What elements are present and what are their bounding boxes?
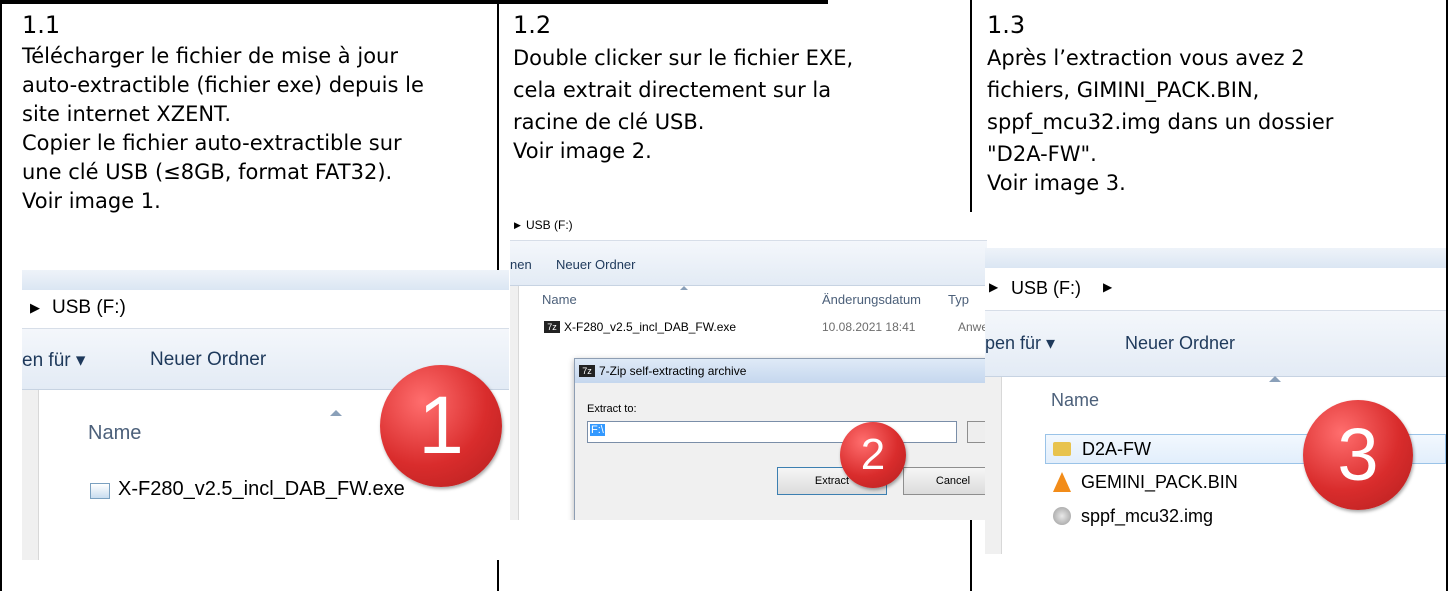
table-border-left [0, 0, 2, 591]
scrollbar[interactable] [985, 377, 1002, 554]
column-header-type[interactable]: Typ [948, 292, 969, 307]
sort-arrow-icon [330, 410, 342, 416]
step-text-line: Voir image 3. [987, 171, 1126, 195]
step-1-cell: 1.1 Télécharger le fichier de mise à jou… [22, 8, 492, 216]
7zip-icon: 7z [544, 321, 560, 333]
address-bar[interactable]: ▶ USB (F:) [510, 212, 987, 241]
breadcrumb-arrow-icon: ▶ [514, 220, 521, 230]
extract-to-label: Extract to: [587, 403, 637, 415]
step-number: 1.3 [987, 11, 1026, 39]
scrollbar[interactable] [510, 286, 519, 520]
new-folder-button[interactable]: Neuer Ordner [1125, 333, 1235, 354]
open-with-button[interactable]: en für ▾ [22, 349, 85, 372]
step-text-line: sppf_mcu32.img dans un dossier [987, 110, 1334, 134]
scrollbar[interactable] [22, 390, 39, 560]
sort-arrow-icon [1269, 376, 1281, 382]
step-text-line: Double clicker sur le fichier EXE, [513, 46, 854, 70]
step-badge-1: 1 [380, 365, 502, 487]
7zip-icon: 7z [579, 365, 595, 377]
file-type: Anwe [958, 320, 987, 334]
step-text-line: Après l’extraction vous avez 2 [987, 46, 1305, 70]
step-number: 1.1 [22, 11, 61, 39]
sort-arrow-icon [680, 286, 688, 290]
step-text-line: Copier le fichier auto-extractible sur [22, 131, 402, 155]
step-text-line: "D2A-FW". [987, 142, 1097, 166]
new-folder-button[interactable]: Neuer Ordner [150, 349, 266, 371]
open-with-button[interactable]: nen [510, 257, 532, 272]
list-item-label: D2A-FW [1082, 439, 1151, 459]
step-2-cell: 1.2 Double clicker sur le fichier EXE, c… [513, 8, 963, 164]
table-border-right [1446, 0, 1448, 591]
disc-image-icon [1053, 507, 1071, 525]
file-name[interactable]: X-F280_v2.5_incl_DAB_FW.exe [118, 478, 405, 501]
vlc-cone-icon [1053, 472, 1071, 492]
browse-button[interactable] [967, 421, 987, 443]
extract-dialog: 7z 7-Zip self-extracting archive Extract… [574, 358, 987, 520]
step-text-line: fichiers, GIMINI_PACK.BIN, [987, 78, 1260, 102]
step-badge-3: 3 [1303, 400, 1413, 510]
new-folder-button[interactable]: Neuer Ordner [556, 257, 635, 272]
breadcrumb-drive[interactable]: USB (F:) [52, 297, 126, 319]
step-badge-2: 2 [840, 422, 906, 488]
column-header-date[interactable]: Änderungsdatum [822, 292, 921, 307]
dialog-title-bar: 7z 7-Zip self-extracting archive [575, 359, 987, 383]
explorer-screenshot-3: ▶ USB (F:) ▶ pen für ▾ Neuer Ordner Name… [985, 248, 1446, 554]
open-with-button[interactable]: pen für ▾ [985, 333, 1055, 354]
file-row[interactable]: 7z X-F280_v2.5_incl_DAB_FW.exe 10.08.202… [530, 316, 987, 340]
toolbar: nen Neuer Ordner [510, 241, 987, 286]
toolbar: pen für ▾ Neuer Ordner [985, 311, 1446, 377]
address-bar[interactable]: ▶ USB (F:) ▶ [985, 268, 1446, 311]
explorer-screenshot-1: ▶ USB (F:) en für ▾ Neuer Ordner Name X-… [22, 270, 509, 560]
extract-path-value: F:\ [590, 424, 605, 436]
column-header-name[interactable]: Name [1051, 390, 1099, 411]
breadcrumb-drive[interactable]: USB (F:) [1011, 278, 1081, 299]
list-item-label: GEMINI_PACK.BIN [1081, 472, 1238, 492]
file-date: 10.08.2021 18:41 [822, 320, 916, 334]
step-text-line: cela extrait directement sur la [513, 78, 832, 102]
step-number: 1.2 [513, 11, 552, 39]
column-header-name[interactable]: Name [88, 422, 141, 445]
step-text-line: Télécharger le fichier de mise à jour [22, 44, 398, 68]
window-top-bar [22, 270, 509, 291]
column-header-name[interactable]: Name [542, 292, 577, 307]
step-text-line: une clé USB (≤8GB, format FAT32). [22, 160, 393, 184]
explorer-screenshot-2: ▶ USB (F:) nen Neuer Ordner Name Änderun… [510, 212, 987, 520]
step-text-line: site internet XZENT. [22, 102, 232, 126]
list-item-label: sppf_mcu32.img [1081, 506, 1214, 526]
list-item-img[interactable]: sppf_mcu32.img [1045, 502, 1345, 532]
breadcrumb-drive[interactable]: USB (F:) [526, 218, 573, 232]
breadcrumb-next-arrow-icon: ▶ [1103, 280, 1113, 294]
step-text-line: auto-extractible (fichier exe) depuis le [22, 73, 424, 97]
step-3-cell: 1.3 Après l’extraction vous avez 2 fichi… [987, 8, 1437, 196]
step-text-line: racine de clé USB. [513, 110, 705, 134]
file-name: X-F280_v2.5_incl_DAB_FW.exe [564, 320, 737, 334]
top-border [0, 0, 828, 4]
address-bar[interactable]: ▶ USB (F:) [22, 290, 509, 329]
window-top-bar [985, 248, 1446, 269]
cancel-button[interactable]: Cancel [903, 467, 987, 495]
list-item-bin[interactable]: GEMINI_PACK.BIN [1045, 468, 1345, 498]
breadcrumb-arrow-icon: ▶ [989, 280, 999, 294]
breadcrumb-arrow-icon: ▶ [30, 300, 40, 315]
exe-file-icon [90, 483, 110, 499]
dialog-title: 7-Zip self-extracting archive [599, 364, 747, 378]
step-text-line: Voir image 2. [513, 139, 652, 163]
step-text-line: Voir image 1. [22, 189, 161, 213]
folder-icon [1053, 442, 1071, 456]
